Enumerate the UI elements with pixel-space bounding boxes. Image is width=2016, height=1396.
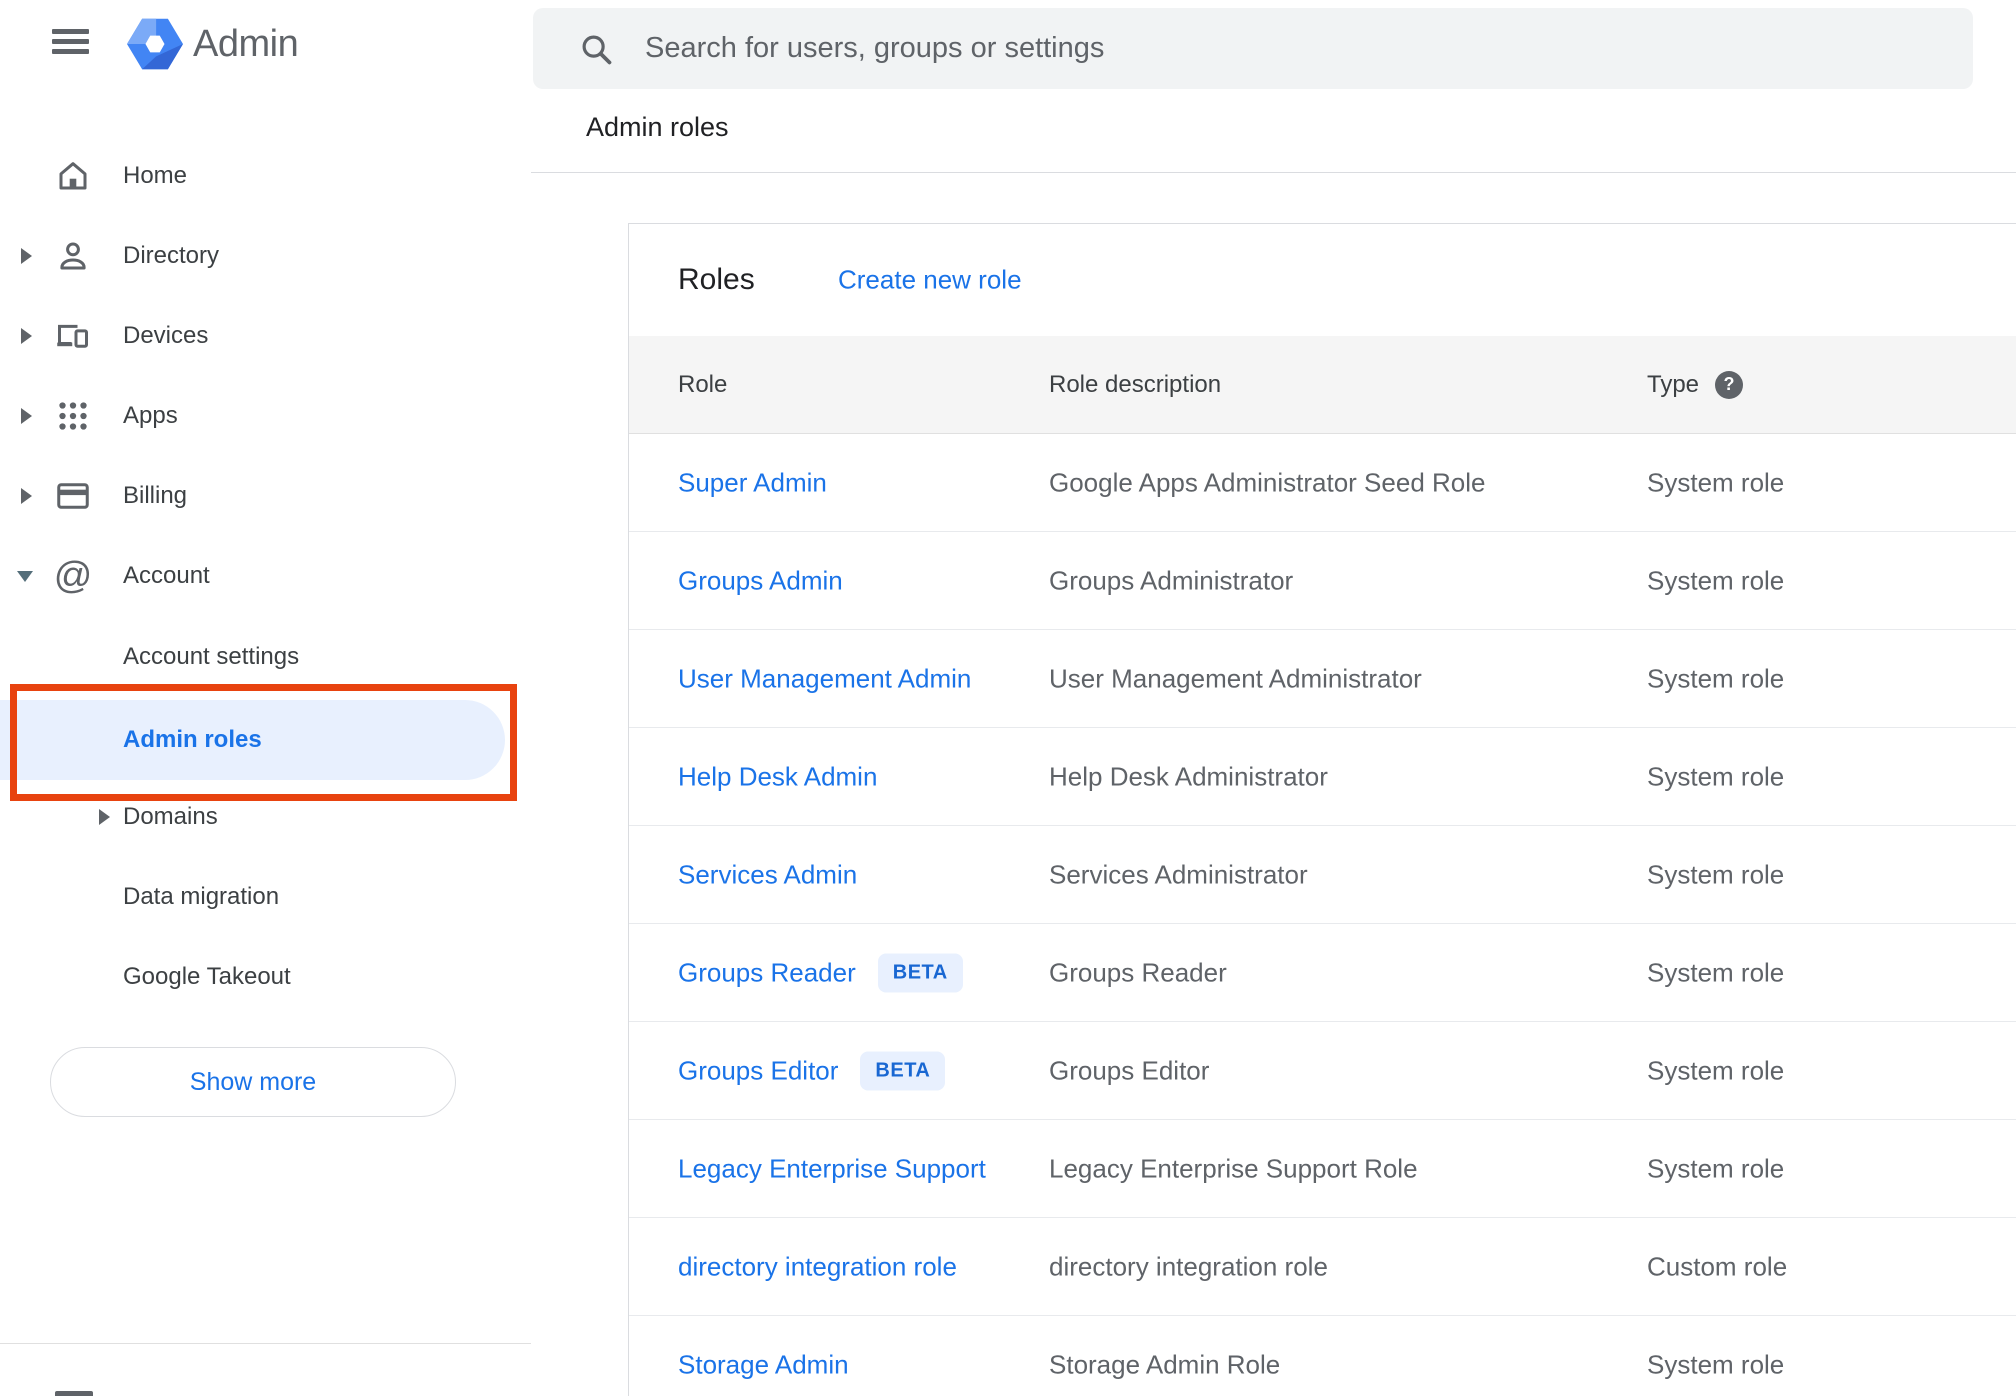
column-header-description: Role description: [1049, 370, 1222, 398]
apps-grid-icon: [55, 398, 91, 434]
admin-console-window: Admin Home Directory: [0, 0, 2016, 1396]
role-description: Groups Administrator: [1049, 565, 1294, 595]
hamburger-menu-icon[interactable]: [52, 29, 89, 58]
header-divider: [531, 172, 2016, 173]
sidebar-item-billing[interactable]: Billing: [0, 456, 531, 536]
chevron-right-icon[interactable]: [21, 248, 32, 264]
person-icon: [55, 238, 91, 274]
role-link[interactable]: User Management Admin: [678, 663, 971, 694]
sidebar-item-label: Google Takeout: [123, 963, 291, 990]
role-link[interactable]: Groups Reader: [678, 957, 856, 988]
role-type: System role: [1647, 1153, 1785, 1183]
role-description: User Management Administrator: [1049, 663, 1422, 693]
role-type: System role: [1647, 859, 1785, 889]
sidebar-item-admin-roles[interactable]: Admin roles: [0, 700, 505, 780]
create-new-role-link[interactable]: Create new role: [838, 265, 1022, 296]
beta-badge: BETA: [860, 1051, 946, 1090]
chevron-down-icon[interactable]: [17, 570, 33, 582]
help-icon[interactable]: ?: [1715, 370, 1744, 399]
sidebar-item-label: Domains: [123, 803, 218, 830]
sidebar-item-label: Apps: [123, 402, 178, 429]
table-row: Help Desk Admin Help Desk Administrator …: [629, 728, 2016, 826]
chevron-right-icon[interactable]: [99, 809, 110, 825]
column-header-role: Role: [678, 370, 728, 398]
home-icon: [55, 158, 91, 194]
role-description: Groups Reader: [1049, 957, 1227, 987]
role-description: Google Apps Administrator Seed Role: [1049, 467, 1486, 497]
role-link[interactable]: Super Admin: [678, 467, 827, 498]
role-link[interactable]: Services Admin: [678, 859, 857, 890]
sidebar-item-directory[interactable]: Directory: [0, 216, 531, 296]
role-link[interactable]: Storage Admin: [678, 1349, 849, 1380]
table-row: Groups Editor BETA Groups Editor System …: [629, 1022, 2016, 1120]
roles-card-header: Roles Create new role: [629, 224, 2016, 336]
table-row: Groups Reader BETA Groups Reader System …: [629, 924, 2016, 1022]
sidebar-item-label: Home: [123, 162, 188, 189]
search-input[interactable]: [643, 31, 1943, 66]
role-link[interactable]: Legacy Enterprise Support: [678, 1153, 986, 1184]
role-type: System role: [1647, 1349, 1785, 1379]
role-type: System role: [1647, 663, 1785, 693]
sidebar-item-label: Admin roles: [123, 726, 262, 753]
role-type: System role: [1647, 761, 1785, 791]
table-row: Groups Admin Groups Administrator System…: [629, 532, 2016, 630]
table-row: Super Admin Google Apps Administrator Se…: [629, 434, 2016, 532]
sidebar-item-account[interactable]: @ Account: [0, 536, 531, 616]
role-type: System role: [1647, 957, 1785, 987]
sidebar-item-label: Data migration: [123, 883, 280, 910]
sidebar-item-google-takeout[interactable]: Google Takeout: [0, 937, 531, 1017]
column-header-type: Type ?: [1647, 370, 1744, 399]
search-icon: [577, 30, 615, 68]
roles-card: Roles Create new role Role Role descript…: [628, 223, 2016, 1396]
sidebar-item-label: Directory: [123, 242, 220, 269]
role-description: Help Desk Administrator: [1049, 761, 1328, 791]
search-bar[interactable]: [533, 8, 1973, 89]
role-link[interactable]: Groups Editor: [678, 1055, 838, 1086]
chevron-right-icon[interactable]: [21, 408, 32, 424]
chevron-right-icon[interactable]: [21, 328, 32, 344]
chevron-right-icon[interactable]: [21, 488, 32, 504]
role-link[interactable]: Groups Admin: [678, 565, 843, 596]
sidebar-item-data-migration[interactable]: Data migration: [0, 857, 531, 937]
role-type: Custom role: [1647, 1251, 1788, 1281]
role-type: System role: [1647, 565, 1785, 595]
sidebar-item-devices[interactable]: Devices: [0, 296, 531, 376]
role-type: System role: [1647, 1055, 1785, 1085]
sidebar-item-label: Account settings: [123, 643, 300, 670]
role-type: System role: [1647, 467, 1785, 497]
role-link[interactable]: directory integration role: [678, 1251, 957, 1282]
sidebar-item-label: Account: [123, 562, 210, 589]
table-header-row: Role Role description Type ?: [629, 336, 2016, 434]
at-sign-icon: @: [53, 554, 93, 597]
role-description: Legacy Enterprise Support Role: [1049, 1153, 1418, 1183]
sidebar-item-home[interactable]: Home: [0, 136, 531, 216]
sidebar-item-apps[interactable]: Apps: [0, 376, 531, 456]
table-row: Storage Admin Storage Admin Role System …: [629, 1316, 2016, 1396]
role-description: Services Administrator: [1049, 859, 1308, 889]
app-title: Admin: [193, 22, 299, 65]
sidebar-item-label: Billing: [123, 482, 188, 509]
breadcrumb: Admin roles: [586, 112, 729, 142]
cropped-sidebar-icon: [55, 1391, 93, 1396]
sidebar-divider: [0, 1343, 531, 1344]
show-more-button[interactable]: Show more: [50, 1047, 456, 1117]
role-description: Groups Editor: [1049, 1055, 1210, 1085]
sidebar-item-domains[interactable]: Domains: [0, 777, 531, 857]
table-row: Services Admin Services Administrator Sy…: [629, 826, 2016, 924]
table-row: Legacy Enterprise Support Legacy Enterpr…: [629, 1120, 2016, 1218]
credit-card-icon: [55, 478, 91, 514]
sidebar-item-account-settings[interactable]: Account settings: [0, 617, 531, 697]
role-link[interactable]: Help Desk Admin: [678, 761, 877, 792]
sidebar-item-label: Devices: [123, 322, 209, 349]
table-row: User Management Admin User Management Ad…: [629, 630, 2016, 728]
role-description: Storage Admin Role: [1049, 1349, 1281, 1379]
beta-badge: BETA: [877, 953, 963, 992]
card-title: Roles: [678, 263, 755, 296]
admin-logo-icon: [127, 16, 183, 72]
column-header-type-label: Type: [1647, 370, 1700, 398]
table-row: directory integration role directory int…: [629, 1218, 2016, 1316]
devices-icon: [55, 318, 91, 354]
role-description: directory integration role: [1049, 1251, 1328, 1281]
